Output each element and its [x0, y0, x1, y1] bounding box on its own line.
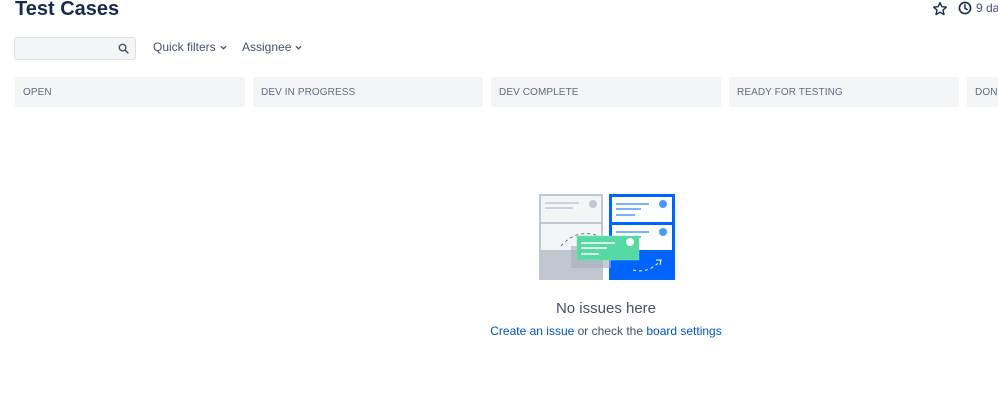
search-box[interactable] — [14, 37, 136, 60]
chevron-down-icon — [220, 45, 227, 50]
quick-filters-label: Quick filters — [153, 40, 216, 54]
clock-icon — [958, 1, 972, 15]
page-title: Test Cases — [15, 0, 120, 20]
star-icon[interactable] — [932, 1, 950, 19]
search-input[interactable] — [15, 38, 123, 59]
empty-state-middle-text: or check the — [574, 324, 647, 338]
column-header-ready-for-testing[interactable]: READY FOR TESTING — [729, 77, 959, 107]
column-header-dev-complete[interactable]: DEV COMPLETE — [491, 77, 721, 107]
create-issue-link[interactable]: Create an issue — [490, 324, 574, 338]
empty-board-illustration — [539, 194, 675, 280]
assignee-filter-button[interactable]: Assignee — [242, 40, 302, 54]
empty-state: No issues here Create an issue or check … — [480, 190, 732, 339]
empty-state-title: No issues here — [555, 300, 657, 317]
column-header-dev-in-progress[interactable]: DEV IN PROGRESS — [253, 77, 483, 107]
quick-filters-button[interactable]: Quick filters — [153, 40, 227, 54]
last-updated[interactable]: 9 da — [958, 1, 998, 15]
assignee-filter-label: Assignee — [242, 40, 292, 54]
column-header-open[interactable]: OPEN — [15, 77, 245, 107]
empty-state-message: Create an issue or check the board setti… — [480, 324, 732, 339]
chevron-down-icon — [295, 45, 302, 50]
column-header-done[interactable]: DONE — [967, 77, 998, 107]
board-columns: OPEN DEV IN PROGRESS DEV COMPLETE READY … — [15, 77, 998, 107]
search-icon — [118, 43, 129, 54]
board-settings-link[interactable]: board settings — [646, 324, 721, 338]
last-updated-text: 9 da — [976, 1, 998, 15]
